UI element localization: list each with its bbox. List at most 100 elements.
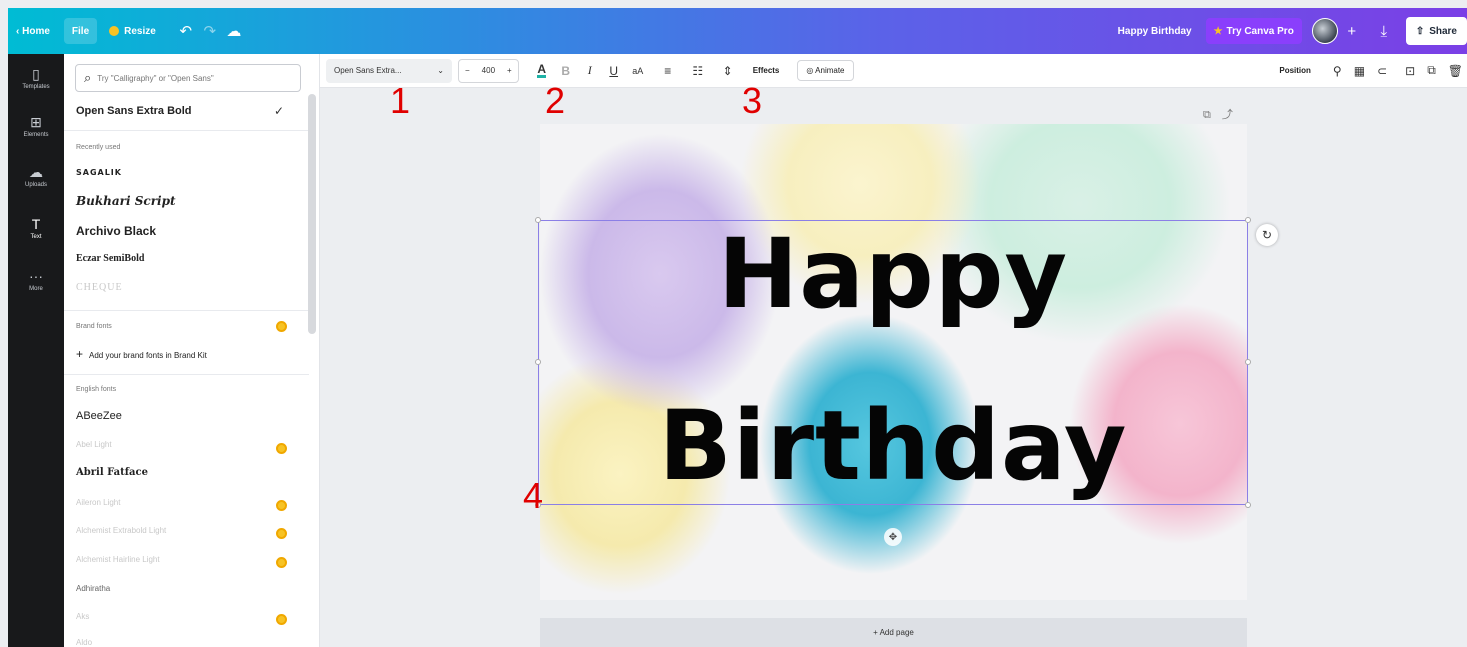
rail-item-elements[interactable]: ⊞ Elements	[8, 114, 64, 138]
more-icon: ···	[29, 268, 43, 284]
resize-button[interactable]: Resize	[101, 18, 164, 44]
spacing-icon[interactable]: ⇕	[721, 59, 735, 83]
font-item[interactable]: Alchemist Extrabold Light	[76, 526, 166, 535]
plus-icon: +	[76, 347, 84, 361]
cloud-upload-icon: ☁	[29, 164, 43, 180]
file-menu[interactable]: File	[63, 18, 98, 44]
home-button[interactable]: ‹ Home	[8, 18, 58, 44]
link-icon[interactable]: ⊂	[1377, 64, 1387, 78]
copy-page-icon[interactable]: ⧉	[1203, 109, 1211, 121]
resize-handle[interactable]	[1245, 502, 1251, 508]
annotation-3: 3	[742, 80, 763, 121]
trash-icon[interactable]: 🗑	[1448, 64, 1463, 78]
chevron-down-icon: ⌄	[437, 66, 444, 75]
canva-editor: ‹ Home File Resize ↶ ↷ ☁ Happy Birthday …	[0, 0, 1467, 647]
avatar[interactable]	[1311, 18, 1338, 44]
format-toolbar: Open Sans Extra... ⌄ − 400 + A B I U aA ≡…	[320, 54, 1467, 88]
resize-handle[interactable]	[535, 217, 541, 223]
text-color-button[interactable]: A	[535, 59, 549, 83]
try-pro-button[interactable]: ★ Try Canva Pro	[1205, 18, 1302, 44]
download-icon[interactable]: ⤓	[1372, 18, 1396, 44]
headline-text[interactable]: Happy Birthday	[538, 218, 1248, 502]
search-icon: ⌕	[84, 70, 92, 85]
font-item[interactable]: SAGALIK	[76, 168, 122, 177]
font-item[interactable]: Alchemist Hairline Light	[76, 555, 160, 564]
font-size-control: − 400 +	[458, 58, 519, 83]
headline-line-2: Birthday	[658, 390, 1128, 502]
divider	[64, 374, 309, 375]
italic-button[interactable]: I	[583, 59, 597, 83]
share-button[interactable]: ⇧ Share	[1405, 17, 1467, 45]
templates-icon: ▯	[32, 66, 40, 82]
crown-icon	[276, 557, 287, 568]
rail-item-uploads[interactable]: ☁ Uploads	[8, 164, 64, 188]
duplicate-icon[interactable]: ⧉	[1427, 63, 1436, 78]
top-bar: ‹ Home File Resize ↶ ↷ ☁ Happy Birthday …	[8, 8, 1467, 54]
english-heading: English fonts	[76, 386, 117, 393]
resize-handle[interactable]	[1245, 217, 1251, 223]
brand-heading: Brand fonts	[76, 323, 112, 330]
align-icon[interactable]: ≡	[661, 59, 675, 83]
undo-icon[interactable]: ↶	[174, 18, 198, 44]
list-icon[interactable]: ☷	[691, 59, 705, 83]
crown-icon	[276, 500, 287, 511]
divider	[64, 310, 309, 311]
font-item[interactable]: Abel Light	[76, 440, 112, 449]
add-page-button[interactable]: + Add page	[540, 618, 1247, 647]
check-icon: ✓	[274, 104, 285, 118]
headline-line-1: Happy	[717, 218, 1069, 330]
annotation-1: 1	[390, 80, 411, 121]
document-title[interactable]: Happy Birthday	[1110, 18, 1200, 44]
crown-icon	[109, 26, 120, 36]
increase-size-button[interactable]: +	[501, 66, 518, 75]
case-button[interactable]: aA	[631, 59, 645, 83]
panel-scrollbar[interactable]	[308, 94, 316, 334]
font-item[interactable]: ABeeZee	[76, 410, 122, 422]
font-search[interactable]: ⌕	[75, 64, 301, 92]
page-tools: ⧉ ⤴	[1203, 106, 1233, 122]
font-item[interactable]: Aks	[76, 612, 89, 621]
lock-icon[interactable]: ⊡	[1405, 64, 1415, 78]
rail-item-templates[interactable]: ▯ Templates	[8, 66, 64, 90]
rail-item-text[interactable]: T Text	[8, 216, 64, 240]
text-color-icon: A	[537, 62, 547, 78]
move-icon[interactable]: ✥	[884, 528, 902, 546]
crown-icon	[276, 614, 287, 625]
underline-button[interactable]: U	[607, 59, 621, 83]
upload-icon: ⇧	[1415, 25, 1425, 37]
font-item[interactable]: CHEQUE	[76, 282, 123, 293]
font-item[interactable]: Aileron Light	[76, 498, 120, 507]
crown-icon	[276, 528, 287, 539]
cloud-icon[interactable]: ☁	[222, 18, 246, 44]
animate-icon: ◎	[806, 66, 816, 75]
add-member-icon[interactable]: +	[1340, 18, 1364, 44]
rotate-icon[interactable]: ↻	[1256, 224, 1278, 246]
rail-item-more[interactable]: ··· More	[8, 268, 64, 292]
font-item[interactable]: Adhiratha	[76, 584, 110, 593]
text-icon: T	[31, 216, 41, 232]
bold-button[interactable]: B	[559, 59, 573, 83]
position-button[interactable]: Position	[1279, 66, 1311, 75]
elements-icon: ⊞	[30, 114, 42, 130]
font-item[interactable]: Abril Fatface	[76, 467, 148, 478]
redo-icon[interactable]: ↷	[198, 18, 222, 44]
font-item[interactable]: Eczar SemiBold	[76, 253, 144, 264]
transparency-icon[interactable]: ▦	[1354, 64, 1365, 78]
add-brand-fonts-button[interactable]: + Add your brand fonts in Brand Kit	[76, 347, 207, 361]
effects-button[interactable]: Effects	[753, 66, 780, 75]
font-size-value[interactable]: 400	[476, 66, 501, 75]
current-font[interactable]: Open Sans Extra Bold	[76, 105, 192, 117]
animate-button[interactable]: ◎ Animate	[797, 60, 854, 81]
font-item[interactable]: Aldo	[76, 638, 92, 647]
font-family-dropdown[interactable]: Open Sans Extra... ⌄	[326, 58, 452, 83]
annotation-2: 2	[545, 80, 566, 121]
divider	[64, 130, 309, 131]
crown-icon	[276, 321, 287, 332]
add-page-icon[interactable]: ⤴	[1222, 109, 1233, 121]
font-item[interactable]: Bukhari Script	[76, 194, 176, 208]
font-item[interactable]: Archivo Black	[76, 224, 156, 238]
decrease-size-button[interactable]: −	[459, 66, 476, 75]
font-search-input[interactable]	[97, 73, 288, 83]
side-rail: ▯ Templates ⊞ Elements ☁ Uploads T Text ··· M…	[8, 54, 64, 647]
paint-roller-icon[interactable]: ⚲	[1333, 64, 1342, 78]
